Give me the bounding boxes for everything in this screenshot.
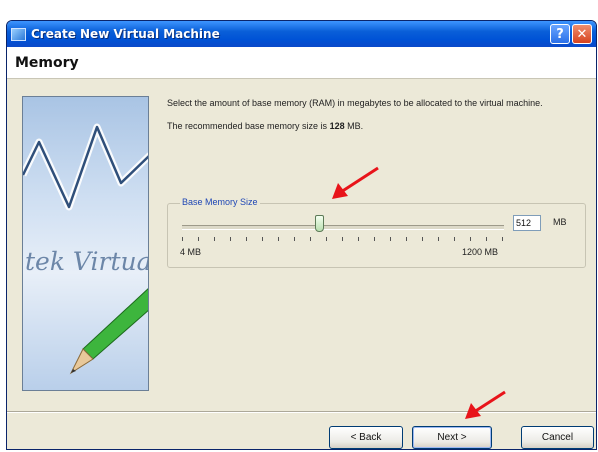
arrow-icon: [465, 390, 506, 419]
annotation-overlay: [332, 166, 506, 419]
arrow-icon: [332, 166, 379, 199]
